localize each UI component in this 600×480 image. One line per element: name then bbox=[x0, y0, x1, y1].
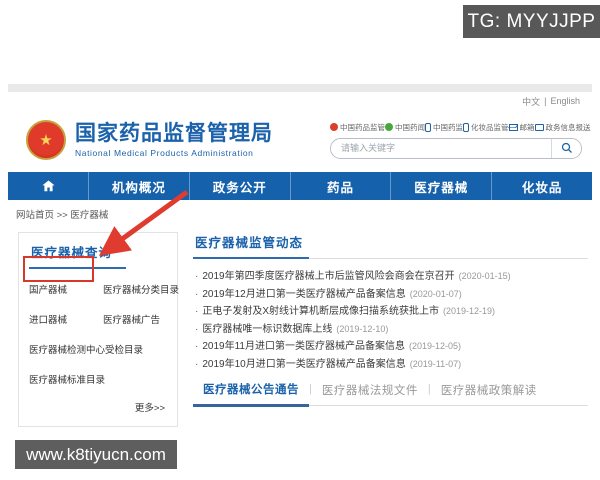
nav-item-gov-affairs[interactable]: 政务公开 bbox=[188, 172, 290, 200]
search-input[interactable] bbox=[331, 143, 551, 153]
home-icon bbox=[41, 180, 55, 192]
nav-item-org-overview[interactable]: 机构概况 bbox=[88, 172, 189, 200]
quick-link-report[interactable]: 政务信息报送 bbox=[534, 122, 591, 133]
news-item[interactable]: · 2019年第四季度医疗器械上市后监管风险会商会在京召开 (2020-01-15) bbox=[193, 268, 588, 286]
news-title: 2019年11月进口第一类医疗器械产品备案信息 bbox=[202, 341, 405, 352]
tg-contact-badge: TG: MYYJJPP bbox=[463, 5, 600, 38]
nav-item-medical-devices[interactable]: 医疗器械 bbox=[390, 172, 491, 200]
sidebar-item-imported-devices[interactable]: 进口器械 bbox=[29, 312, 103, 326]
news-title: 医疗器械唯一标识数据库上线 bbox=[202, 323, 333, 335]
bullet: · bbox=[195, 271, 199, 282]
search-icon bbox=[561, 142, 572, 153]
bullet: · bbox=[195, 288, 199, 300]
tab-regulations[interactable]: 医疗器械法规文件 bbox=[312, 382, 428, 405]
site-title: 国家药品监督管理局 bbox=[75, 122, 273, 145]
quick-link-app-drug[interactable]: 中国药监 bbox=[425, 122, 463, 133]
quick-link-weibo[interactable]: 中国药品监管 bbox=[330, 122, 385, 133]
news-title: 2019年第四季度医疗器械上市后监管风险会商会在京召开 bbox=[202, 271, 455, 282]
monitor-icon bbox=[534, 123, 544, 131]
weibo-icon bbox=[330, 123, 338, 131]
header-right: 中国药品监管 中国药闻 中国药监 化妆品监管 邮箱 政务信息报送 请输入关键字 bbox=[330, 122, 591, 159]
news-item[interactable]: · 正电子发射及X射线计算机断层成像扫描系统获批上市 (2019-12-19) bbox=[193, 303, 588, 321]
lang-english-link[interactable]: English bbox=[550, 96, 580, 106]
search-button[interactable] bbox=[551, 138, 581, 158]
news-item[interactable]: · 2019年11月进口第一类医疗器械产品备案信息 (2019-12-05) bbox=[193, 338, 588, 356]
quick-links: 中国药品监管 中国药闻 中国药监 化妆品监管 邮箱 政务信息报送 bbox=[330, 122, 591, 133]
site-subtitle: National Medical Products Administration bbox=[75, 148, 254, 158]
quick-link-label: 中国药监 bbox=[433, 122, 463, 132]
lang-separator: | bbox=[544, 96, 547, 106]
top-strip bbox=[8, 84, 592, 92]
language-switcher: 中文 | English bbox=[8, 92, 592, 110]
bullet: · bbox=[195, 358, 199, 370]
mobile-app-icon bbox=[425, 122, 431, 132]
news-title: 2019年12月进口第一类医疗器械产品备案信息 bbox=[202, 288, 406, 300]
sidebar-title: 医疗器械查询 bbox=[29, 242, 127, 269]
news-title: 2019年10月进口第一类医疗器械产品备案信息 bbox=[202, 358, 406, 370]
nav-item-drugs[interactable]: 药品 bbox=[289, 172, 391, 200]
mobile-app-icon bbox=[463, 122, 469, 132]
bullet: · bbox=[195, 341, 199, 352]
site-header: ★ 国家药品监督管理局 National Medical Products Ad… bbox=[8, 110, 592, 172]
nav-home-button[interactable] bbox=[8, 172, 88, 200]
brand-text: 国家药品监督管理局 National Medical Products Admi… bbox=[75, 122, 273, 158]
section-title: 医疗器械监管动态 bbox=[193, 232, 310, 259]
tab-announcements[interactable]: 医疗器械公告通告 bbox=[193, 381, 309, 407]
quick-link-mail[interactable]: 邮箱 bbox=[508, 122, 535, 133]
quick-link-label: 邮箱 bbox=[519, 122, 535, 132]
news-date: (2019-11-07) bbox=[409, 358, 462, 369]
sidebar-item-device-ads[interactable]: 医疗器械广告 bbox=[103, 312, 179, 326]
main-column: 医疗器械监管动态 · 2019年第四季度医疗器械上市后监管风险会商会在京召开 (20… bbox=[193, 232, 588, 427]
sidebar-item-classification-catalog[interactable]: 医疗器械分类目录 bbox=[103, 282, 179, 296]
quick-link-label: 化妆品监管 bbox=[471, 122, 509, 132]
tab-policy-interpretation[interactable]: 医疗器械政策解读 bbox=[431, 382, 547, 405]
news-item[interactable]: · 医疗器械唯一标识数据库上线 (2019-12-10) bbox=[193, 321, 588, 339]
content-area: 医疗器械查询 国产器械 医疗器械分类目录 进口器械 医疗器械广告 医疗器械检测中… bbox=[8, 226, 592, 427]
brand: ★ 国家药品监督管理局 National Medical Products Ad… bbox=[26, 120, 273, 160]
search-bar bbox=[330, 137, 582, 159]
national-emblem-logo: ★ bbox=[26, 120, 66, 160]
quick-link-label: 中国药闻 bbox=[395, 122, 425, 132]
wechat-icon bbox=[385, 123, 393, 131]
quick-link-app-cosmetics[interactable]: 化妆品监管 bbox=[463, 122, 509, 133]
news-item[interactable]: · 2019年12月进口第一类医疗器械产品备案信息 (2020-01-07) bbox=[193, 286, 588, 304]
news-title: 正电子发射及X射线计算机断层成像扫描系统获批上市 bbox=[202, 306, 440, 317]
section-header: 医疗器械监管动态 bbox=[193, 232, 588, 259]
device-query-panel: 医疗器械查询 国产器械 医疗器械分类目录 进口器械 医疗器械广告 医疗器械检测中… bbox=[18, 232, 179, 427]
news-date: (2020-01-07) bbox=[409, 288, 462, 299]
sidebar-item-domestic-devices[interactable]: 国产器械 bbox=[29, 282, 103, 296]
lang-chinese-link[interactable]: 中文 bbox=[522, 95, 540, 108]
sidebar-item-testing-center-catalog[interactable]: 医疗器械检测中心受检目录 bbox=[29, 342, 179, 356]
bottom-tabs: 医疗器械公告通告 | 医疗器械法规文件 | 医疗器械政策解读 bbox=[193, 381, 588, 407]
nav-item-cosmetics[interactable]: 化妆品 bbox=[491, 172, 592, 200]
watermark-badge: www.k8tiyucn.com bbox=[15, 440, 177, 469]
sidebar-item-standards-catalog[interactable]: 医疗器械标准目录 bbox=[29, 372, 179, 386]
quick-link-wechat[interactable]: 中国药闻 bbox=[385, 122, 425, 133]
news-date: (2019-12-19) bbox=[443, 306, 496, 316]
news-date: (2020-01-15) bbox=[458, 271, 511, 281]
breadcrumb: 网站首页 >> 医疗器械 bbox=[16, 210, 109, 221]
bullet: · bbox=[195, 306, 199, 317]
news-item[interactable]: · 2019年10月进口第一类医疗器械产品备案信息 (2019-11-07) bbox=[193, 356, 588, 374]
bullet: · bbox=[195, 323, 199, 335]
quick-link-label: 政务信息报送 bbox=[545, 122, 591, 132]
quick-link-label: 中国药品监管 bbox=[340, 122, 385, 132]
news-date: (2019-12-05) bbox=[408, 341, 462, 351]
mail-icon bbox=[508, 123, 518, 131]
site-page: 中文 | English ★ 国家药品监督管理局 National Medica… bbox=[8, 84, 592, 476]
news-date: (2019-12-10) bbox=[336, 323, 389, 334]
news-list: · 2019年第四季度医疗器械上市后监管风险会商会在京召开 (2020-01-15)… bbox=[193, 268, 588, 373]
main-nav: 机构概况 政务公开 药品 医疗器械 化妆品 bbox=[8, 172, 592, 200]
sidebar-more-link[interactable]: 更多>> bbox=[29, 400, 169, 414]
sidebar-links: 国产器械 医疗器械分类目录 进口器械 医疗器械广告 医疗器械检测中心受检目录 医… bbox=[29, 282, 179, 386]
